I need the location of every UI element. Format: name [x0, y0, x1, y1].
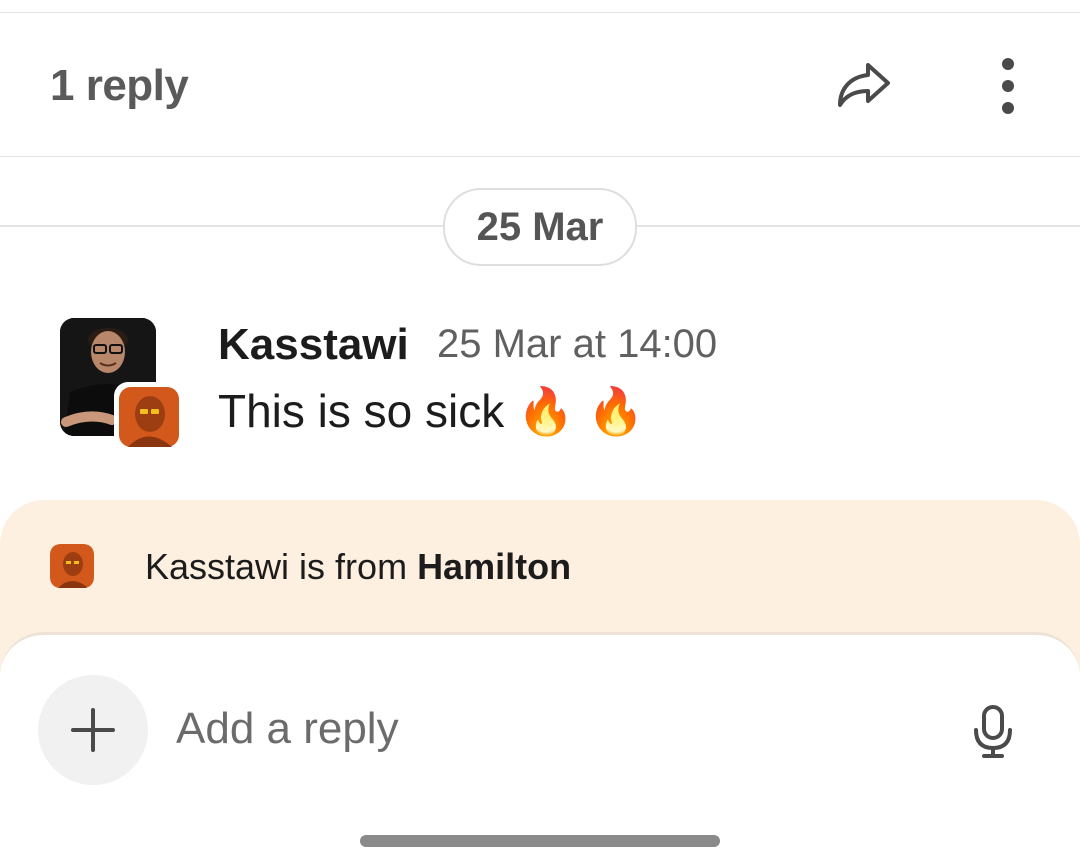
- hamilton-org-icon: [50, 544, 94, 588]
- reply-input[interactable]: [176, 699, 896, 759]
- sender-name[interactable]: Kasstawi: [218, 320, 409, 370]
- more-options-button[interactable]: [978, 51, 1038, 121]
- thread-title: 1 reply: [50, 61, 189, 110]
- microphone-button[interactable]: [962, 699, 1024, 765]
- share-button[interactable]: [828, 53, 900, 117]
- message-text: This is so sick 🔥 🔥: [218, 385, 645, 437]
- message-timestamp: 25 Mar at 14:00: [437, 322, 718, 366]
- banner-org-name: Hamilton: [417, 546, 572, 587]
- date-pill[interactable]: 25 Mar: [443, 188, 637, 266]
- more-vertical-icon: [1002, 58, 1014, 114]
- date-divider: 25 Mar: [0, 188, 1080, 266]
- hamilton-badge-icon: [119, 387, 179, 447]
- thread-header: 1 reply: [0, 13, 1080, 157]
- share-forward-icon: [838, 63, 890, 107]
- org-badge: [114, 382, 184, 452]
- banner-text: Kasstawi is from Hamilton: [145, 546, 571, 588]
- plus-icon: [71, 708, 115, 752]
- thread-message: Kasstawi 25 Mar at 14:00 This is so sick…: [0, 318, 1080, 458]
- banner-text-prefix: Kasstawi is from: [145, 546, 418, 587]
- reply-composer: [0, 632, 1080, 865]
- home-indicator[interactable]: [360, 835, 720, 847]
- microphone-icon: [974, 705, 1012, 758]
- add-attachment-button[interactable]: [38, 675, 148, 785]
